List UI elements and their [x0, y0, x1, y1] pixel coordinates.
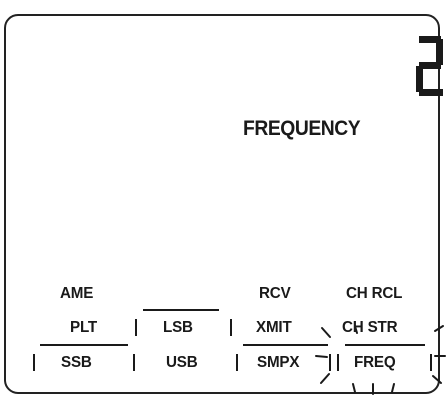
channel-digit: [416, 36, 443, 96]
label-rcv: RCV: [259, 285, 291, 302]
separator: [135, 319, 137, 336]
label-ame: AME: [60, 285, 94, 302]
lsb-top-line: [143, 309, 219, 311]
label-usb: USB: [166, 354, 198, 371]
display-title: FREQUENCY: [243, 117, 361, 140]
separator: [337, 354, 339, 371]
smpx-top-line: [243, 344, 328, 346]
separator: [133, 354, 135, 371]
lcd-display: [4, 14, 440, 394]
label-ssb: SSB: [61, 354, 92, 371]
separator: [230, 319, 232, 336]
ssb-top-line: [40, 344, 128, 346]
label-plt: PLT: [70, 319, 98, 336]
freq-top-line: [345, 344, 425, 346]
separator: [430, 354, 432, 371]
label-freq: FREQ: [354, 354, 396, 371]
label-smpx: SMPX: [257, 354, 300, 371]
label-lsb: LSB: [163, 319, 193, 336]
separator: [236, 354, 238, 371]
separator: [33, 354, 35, 371]
label-xmit: XMIT: [256, 319, 292, 336]
label-ch-rcl: CH RCL: [346, 285, 403, 302]
label-ch-str: CH STR: [342, 319, 398, 336]
separator: [329, 354, 331, 371]
